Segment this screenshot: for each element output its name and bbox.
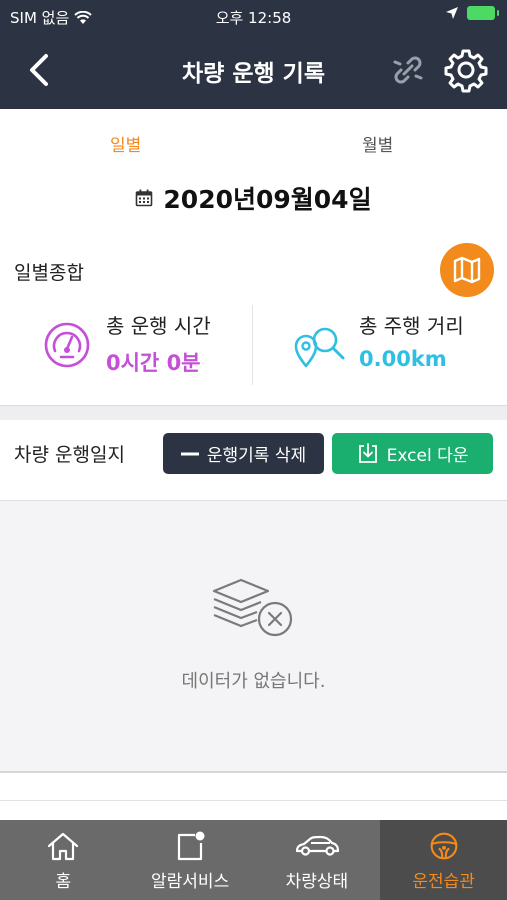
map-button[interactable] [440, 243, 494, 297]
nav-alarm-label: 알람서비스 [151, 872, 230, 892]
excel-download-label: Excel 다운 [386, 446, 469, 466]
nav-alarm[interactable]: 알람서비스 [127, 820, 254, 900]
empty-data-text: 데이터가 없습니다. [181, 671, 326, 692]
bottom-navigation: 홈 알람서비스 차량상태 운전습관 [0, 820, 507, 900]
location-arrow-icon [446, 7, 458, 19]
nav-vehicle-status[interactable]: 차량상태 [254, 820, 381, 900]
total-distance-stat: 총 주행 거리 0.00km [293, 310, 464, 372]
alarm-icon [178, 831, 205, 861]
total-time-value: 0시간 0분 [106, 351, 201, 375]
period-tabs: 일별 월별 [0, 109, 507, 171]
nav-home[interactable]: 홈 [0, 820, 127, 900]
date-selector[interactable]: 2020년09월04일 [0, 178, 507, 218]
nav-vehicle-status-label: 차량상태 [285, 872, 349, 892]
total-distance-texts: 총 주행 거리 0.00km [359, 310, 464, 371]
minus-icon [180, 452, 199, 455]
tab-daily[interactable]: 일별 [110, 131, 141, 156]
delete-log-button[interactable]: 운행기록 삭제 [163, 433, 324, 474]
map-icon [453, 256, 481, 284]
page-title: 차량 운행 기록 [182, 61, 325, 87]
calendar-icon [136, 189, 153, 207]
location-search-icon [294, 327, 345, 368]
total-time-label: 총 운행 시간 [106, 314, 211, 338]
excel-download-button[interactable]: Excel 다운 [332, 433, 493, 474]
selected-date: 2020년09월04일 [163, 185, 372, 214]
battery-icon [467, 6, 499, 20]
car-icon [295, 835, 339, 856]
section-separator [0, 405, 507, 420]
empty-data-icon [212, 578, 293, 637]
nav-driving-habit-label: 운전습관 [412, 872, 475, 892]
nav-home-label: 홈 [55, 872, 72, 892]
nav-driving-habit[interactable]: 운전습관 [380, 820, 507, 900]
summary-divider [252, 305, 253, 385]
summary-title: 일별종합 [14, 262, 84, 284]
status-right [445, 6, 499, 20]
download-icon [358, 442, 377, 463]
content-bottom-strip [0, 800, 507, 820]
speedometer-icon [44, 322, 90, 368]
settings-gear-icon[interactable] [443, 47, 489, 93]
home-icon [48, 832, 79, 861]
total-distance-value: 0.00km [359, 347, 447, 371]
status-time: 오후 12:58 [215, 9, 292, 27]
status-bar: SIM 없음 오후 12:58 [0, 0, 507, 32]
log-section-title: 차량 운행일지 [14, 444, 125, 466]
total-distance-label: 총 주행 거리 [359, 314, 464, 338]
steering-wheel-icon [430, 832, 458, 860]
tab-monthly[interactable]: 월별 [362, 131, 393, 156]
unlink-icon[interactable] [388, 50, 428, 90]
app-header: 차량 운행 기록 [0, 32, 507, 109]
total-time-stat: 총 운행 시간 0시간 0분 [42, 310, 211, 377]
delete-log-label: 운행기록 삭제 [206, 446, 307, 466]
total-time-texts: 총 운행 시간 0시간 0분 [106, 310, 211, 377]
